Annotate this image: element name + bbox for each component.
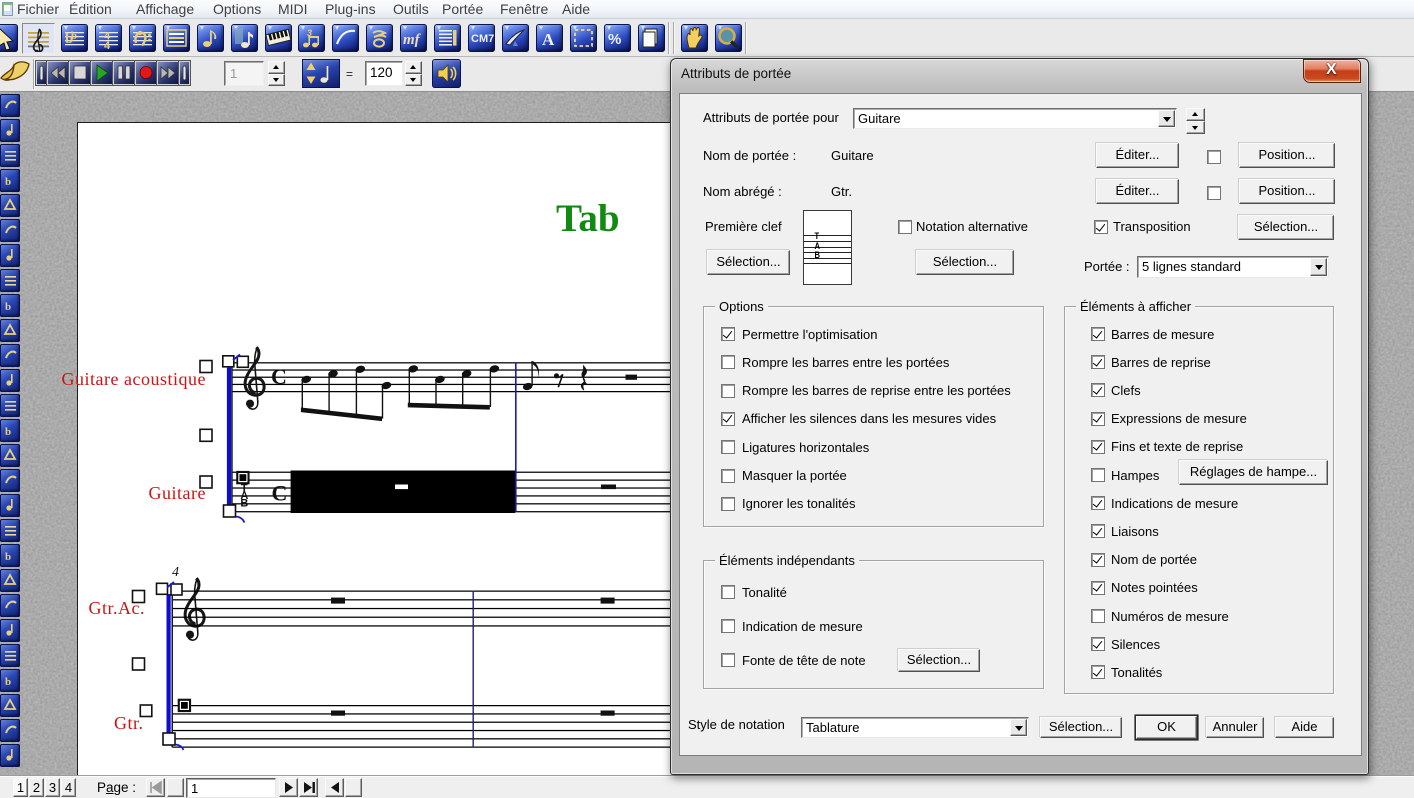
svg-text:CM7: CM7 (471, 33, 494, 45)
svg-text:b: b (5, 426, 11, 438)
svg-text:mf: mf (403, 32, 422, 48)
svg-text:b: b (5, 176, 11, 188)
svg-text:%: % (608, 31, 621, 48)
svg-text:4: 4 (104, 40, 111, 52)
svg-text:b: b (5, 301, 11, 313)
svg-text:b: b (5, 551, 11, 563)
svg-text:A: A (542, 30, 555, 49)
svg-text:b: b (71, 30, 77, 42)
svg-text:b: b (5, 676, 11, 688)
